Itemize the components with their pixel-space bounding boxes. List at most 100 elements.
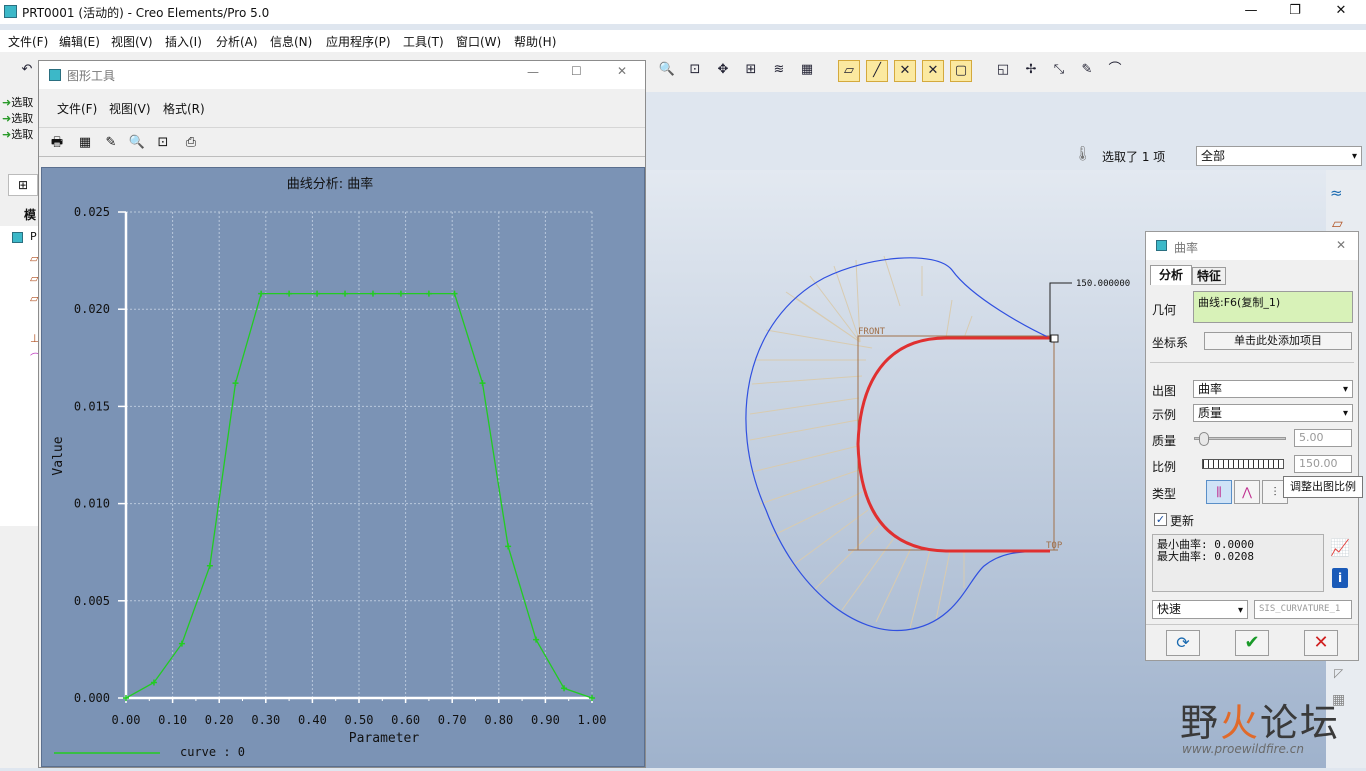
type-label: 类型 bbox=[1152, 487, 1177, 501]
y-axis-label: Value bbox=[51, 436, 66, 475]
menu-view[interactable]: 视图(V) bbox=[111, 33, 153, 50]
tab-analysis[interactable]: 分析 bbox=[1150, 265, 1192, 285]
scale-wheel[interactable] bbox=[1202, 459, 1284, 469]
type-ridge-icon[interactable]: ⋀ bbox=[1234, 480, 1260, 504]
graph-menu-view[interactable]: 视图(V) bbox=[109, 100, 151, 117]
data-point bbox=[342, 290, 349, 297]
data-point bbox=[451, 290, 458, 297]
ok-button[interactable]: ✔ bbox=[1235, 630, 1269, 656]
menu-window[interactable]: 窗口(W) bbox=[456, 33, 501, 50]
menu-info[interactable]: 信息(N) bbox=[270, 33, 312, 50]
value-leader-line bbox=[1049, 282, 1072, 342]
tree-root-label[interactable]: P bbox=[30, 230, 37, 243]
left-panel: ➜选取 ➜选取 ➜选取 ⊞ 模 P ▱ ▱ ▱ ⊥ ⌒ bbox=[0, 92, 41, 768]
zoom-in-icon[interactable]: 🔍 bbox=[656, 60, 678, 82]
info-icon[interactable]: i bbox=[1332, 568, 1348, 588]
quality-slider-thumb[interactable] bbox=[1199, 432, 1210, 446]
x-axis-label: Parameter bbox=[349, 731, 420, 746]
edit-icon[interactable]: ✎ bbox=[101, 133, 121, 153]
minimize-icon[interactable]: — bbox=[527, 65, 539, 79]
update-label: 更新 bbox=[1170, 514, 1195, 528]
selection-filter-select[interactable]: 全部 bbox=[1196, 146, 1362, 166]
plane-top-label: TOP bbox=[1046, 541, 1063, 551]
quality-slider-track[interactable] bbox=[1194, 432, 1286, 446]
y-tick-label: 0.015 bbox=[74, 399, 110, 413]
curve-tool-icon[interactable]: ⌒ bbox=[1104, 60, 1126, 82]
datum-axis-display-icon[interactable]: ╱ bbox=[866, 60, 888, 82]
model-tree-tab-icon[interactable]: ⊞ bbox=[8, 174, 38, 196]
select-item[interactable]: ➜选取 bbox=[2, 110, 33, 126]
analysis-mode-select[interactable]: 快速 bbox=[1152, 600, 1248, 619]
type-curvature-icon[interactable]: ⫼ bbox=[1206, 480, 1232, 504]
close-icon[interactable]: ✕ bbox=[1336, 238, 1346, 252]
minimize-button[interactable]: — bbox=[1228, 0, 1274, 24]
menu-applications[interactable]: 应用程序(P) bbox=[326, 33, 391, 50]
datum-point-tool-icon[interactable]: ⤡ bbox=[1048, 60, 1070, 82]
datum-plane-tool-icon[interactable]: ◱ bbox=[992, 60, 1014, 82]
graph-menu-file[interactable]: 文件(F) bbox=[57, 100, 97, 117]
menu-edit[interactable]: 编辑(E) bbox=[59, 33, 100, 50]
select-item[interactable]: ➜选取 bbox=[2, 126, 33, 142]
print-icon[interactable]: 🖶 bbox=[47, 133, 67, 153]
datum-plane-display-icon[interactable]: ▱ bbox=[838, 60, 860, 82]
data-point bbox=[589, 695, 595, 701]
graph-tool-icon bbox=[49, 69, 61, 81]
zoom-fit-icon[interactable]: ⊡ bbox=[153, 133, 173, 153]
maximize-button[interactable]: ❐ bbox=[1272, 0, 1318, 24]
sketch-icon[interactable]: ◸ bbox=[1334, 666, 1343, 680]
arrow-icon: ➜ bbox=[2, 112, 12, 125]
tab-feature[interactable]: 特征 bbox=[1192, 267, 1226, 285]
saved-views-icon[interactable]: ⊞ bbox=[740, 60, 762, 82]
menu-analysis[interactable]: 分析(A) bbox=[216, 33, 258, 50]
plot-select[interactable]: 曲率 bbox=[1193, 380, 1353, 398]
maximize-icon[interactable]: ☐ bbox=[571, 64, 582, 78]
datum-point-display-icon[interactable]: ✕ bbox=[894, 60, 916, 82]
cancel-button[interactable]: ✕ bbox=[1304, 630, 1338, 656]
csys-collector[interactable]: 单击此处添加项目 bbox=[1204, 332, 1352, 350]
menu-insert[interactable]: 插入(I) bbox=[165, 33, 202, 50]
zoom-fit-icon[interactable]: ⊡ bbox=[684, 60, 706, 82]
close-icon[interactable]: ✕ bbox=[617, 64, 627, 78]
update-checkbox[interactable]: ✓ bbox=[1154, 513, 1167, 526]
watermark-url: www.proewildfire.cn bbox=[1182, 742, 1304, 756]
data-point bbox=[505, 543, 512, 550]
part-icon bbox=[12, 232, 23, 243]
close-button[interactable]: ✕ bbox=[1318, 0, 1364, 24]
export-icon[interactable]: ⎙ bbox=[181, 133, 201, 153]
results-box: 最小曲率: 0.0000 最大曲率: 0.0208 bbox=[1152, 534, 1324, 592]
zoom-in-icon[interactable]: 🔍 bbox=[127, 133, 147, 153]
annotation-display-icon[interactable]: ▢ bbox=[950, 60, 972, 82]
x-tick-label: 0.80 bbox=[484, 713, 513, 727]
csys-display-icon[interactable]: ✕ bbox=[922, 60, 944, 82]
quality-input[interactable]: 5.00 bbox=[1294, 429, 1352, 447]
repaint-button[interactable]: ⟳ bbox=[1166, 630, 1200, 656]
grid-icon[interactable]: ▦ bbox=[75, 133, 95, 153]
geometry-collector[interactable]: 曲线:F6(复制_1) bbox=[1193, 291, 1353, 323]
graph-menu-format[interactable]: 格式(R) bbox=[163, 100, 205, 117]
datum-axis-tool-icon[interactable]: ✢ bbox=[1020, 60, 1042, 82]
graph-icon[interactable]: 📈 bbox=[1330, 538, 1350, 557]
plot-label: 出图 bbox=[1152, 384, 1177, 398]
model-display-icon[interactable]: ▦ bbox=[796, 60, 818, 82]
example-select[interactable]: 质量 bbox=[1193, 404, 1353, 422]
scale-input[interactable]: 150.00 bbox=[1294, 455, 1352, 473]
curve-icon[interactable]: ≈ bbox=[1330, 184, 1343, 202]
forum-watermark: 野火论坛 www.proewildfire.cn bbox=[1180, 692, 1360, 762]
plane-icon[interactable]: ▱ bbox=[1332, 216, 1343, 232]
reorient-icon[interactable]: ✥ bbox=[712, 60, 734, 82]
scale-tooltip: 调整出图比例 bbox=[1283, 476, 1363, 498]
sketch-tool-icon[interactable]: ✎ bbox=[1076, 60, 1098, 82]
analysis-name-input[interactable]: SIS_CURVATURE_1 bbox=[1254, 600, 1352, 619]
menu-file[interactable]: 文件(F) bbox=[8, 33, 48, 50]
select-item[interactable]: ➜选取 bbox=[2, 94, 33, 110]
menu-tools[interactable]: 工具(T) bbox=[403, 33, 444, 50]
analysed-curve bbox=[856, 336, 1050, 553]
graph-tool-title: 图形工具 bbox=[67, 69, 116, 83]
layers-icon[interactable]: ≋ bbox=[768, 60, 790, 82]
model-tree-tab-label[interactable]: 模 bbox=[24, 206, 36, 223]
y-tick-label: 0.005 bbox=[74, 594, 110, 608]
menu-help[interactable]: 帮助(H) bbox=[514, 33, 556, 50]
undo-icon[interactable]: ↶ bbox=[16, 60, 38, 82]
csys-label: 坐标系 bbox=[1152, 336, 1189, 350]
max-curvature-text: 最大曲率: 0.0208 bbox=[1157, 550, 1254, 563]
